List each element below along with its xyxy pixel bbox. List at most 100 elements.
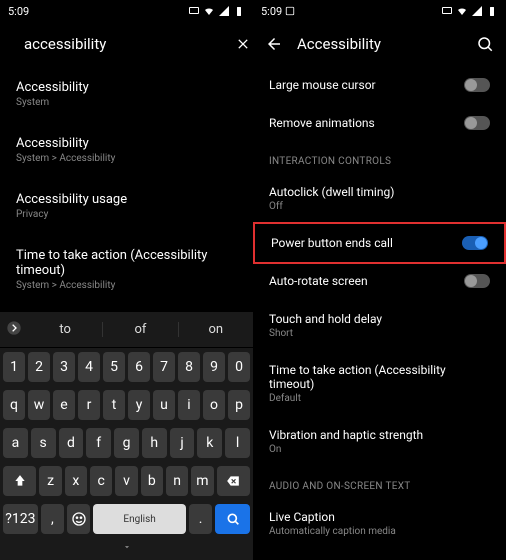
setting-item[interactable]: Time to take action (Accessibility timeo… — [253, 351, 506, 416]
key-q[interactable]: q — [3, 390, 25, 420]
key-t[interactable]: t — [103, 390, 125, 420]
key-d[interactable]: d — [59, 428, 84, 458]
key-English[interactable]: English — [93, 504, 186, 534]
result-item[interactable]: Accessibility usagePrivacy — [0, 178, 253, 234]
toggle-switch[interactable] — [464, 78, 490, 92]
key-v[interactable]: v — [115, 466, 137, 496]
setting-item[interactable]: Power button ends call — [253, 222, 506, 264]
setting-item[interactable]: Remove animations — [253, 104, 506, 142]
setting-subtitle: Off — [269, 201, 490, 212]
search-key[interactable] — [215, 504, 250, 534]
key-j[interactable]: j — [170, 428, 195, 458]
section-header: AUDIO AND ON-SCREEN TEXT — [253, 467, 506, 498]
expand-icon[interactable] — [0, 320, 28, 340]
toggle-switch[interactable] — [464, 274, 490, 288]
left-phone-search: 5:09 AccessibilitySystem AccessibilitySy… — [0, 0, 253, 560]
emoji-key[interactable] — [67, 504, 90, 534]
shift-key[interactable] — [3, 466, 36, 496]
status-icons — [188, 5, 245, 17]
setting-item[interactable]: Live CaptionAutomatically caption media — [253, 498, 506, 549]
casting-icon — [188, 5, 200, 17]
setting-item[interactable]: Autoclick (dwell timing)Off — [253, 173, 506, 224]
page-title: Accessibility — [297, 35, 462, 53]
key-b[interactable]: b — [141, 466, 163, 496]
key-n[interactable]: n — [166, 466, 188, 496]
key-,[interactable]: , — [41, 504, 64, 534]
search-results: AccessibilitySystem AccessibilitySystem … — [0, 66, 253, 312]
key-6[interactable]: 6 — [128, 352, 150, 382]
suggestion[interactable]: of — [103, 322, 178, 337]
key-e[interactable]: e — [53, 390, 75, 420]
setting-title: Touch and hold delay — [269, 312, 490, 326]
key-h[interactable]: h — [142, 428, 167, 458]
key-c[interactable]: c — [90, 466, 112, 496]
result-item[interactable]: Time to take action (Accessibility timeo… — [0, 234, 253, 305]
key-8[interactable]: 8 — [178, 352, 200, 382]
key-r[interactable]: r — [78, 390, 100, 420]
status-bar: 5:09 — [0, 0, 253, 22]
key-9[interactable]: 9 — [203, 352, 225, 382]
search-input[interactable] — [24, 35, 223, 53]
setting-item[interactable]: Touch and hold delay Short — [253, 300, 506, 351]
key-3[interactable]: 3 — [53, 352, 75, 382]
settings-header: Accessibility — [253, 22, 506, 66]
setting-item[interactable]: Auto-rotate screen — [253, 262, 506, 300]
key-7[interactable]: 7 — [153, 352, 175, 382]
result-item[interactable]: AccessibilitySystem — [0, 66, 253, 122]
setting-subtitle: Short — [269, 328, 490, 339]
key-k[interactable]: k — [197, 428, 222, 458]
key-4[interactable]: 4 — [78, 352, 100, 382]
battery-icon — [233, 5, 245, 17]
signal-icon — [218, 5, 230, 17]
picture-icon — [285, 6, 295, 16]
key-.[interactable]: . — [189, 504, 212, 534]
suggestion[interactable]: on — [179, 322, 253, 337]
key-l[interactable]: l — [225, 428, 250, 458]
setting-title: Remove animations — [269, 116, 464, 130]
key-1[interactable]: 1 — [3, 352, 25, 382]
back-icon[interactable] — [265, 35, 283, 53]
key-g[interactable]: g — [114, 428, 139, 458]
toggle-switch[interactable] — [462, 236, 488, 250]
setting-item[interactable]: Vibration and haptic strengthOn — [253, 416, 506, 467]
toggle-switch[interactable] — [464, 116, 490, 130]
result-item[interactable]: Accessibility MenuSystem > Accessibility — [0, 305, 253, 312]
backspace-key[interactable] — [217, 466, 250, 496]
key-i[interactable]: i — [178, 390, 200, 420]
setting-title: Time to take action (Accessibility timeo… — [269, 363, 490, 391]
key-2[interactable]: 2 — [28, 352, 50, 382]
keyboard: to of on 1234567890 qwertyuiop asdfghjkl… — [0, 312, 253, 560]
key-x[interactable]: x — [65, 466, 87, 496]
chevron-down-icon[interactable] — [120, 542, 134, 552]
key-?123[interactable]: ?123 — [3, 504, 38, 534]
key-m[interactable]: m — [191, 466, 213, 496]
key-u[interactable]: u — [153, 390, 175, 420]
setting-item[interactable]: Mono audioCombine channels when playing … — [253, 549, 506, 560]
setting-title: Live Caption — [269, 510, 490, 524]
key-0[interactable]: 0 — [228, 352, 250, 382]
casting-icon — [441, 5, 453, 17]
setting-item[interactable]: Large mouse cursor — [253, 66, 506, 104]
key-p[interactable]: p — [228, 390, 250, 420]
key-s[interactable]: s — [31, 428, 56, 458]
section-header: INTERACTION CONTROLS — [253, 142, 506, 173]
signal-icon — [471, 5, 483, 17]
result-item[interactable]: AccessibilitySystem > Accessibility — [0, 122, 253, 178]
setting-subtitle: On — [269, 444, 490, 455]
settings-list: Large mouse cursor Remove animations INTER… — [253, 66, 506, 560]
setting-subtitle: Default — [269, 393, 490, 404]
key-y[interactable]: y — [128, 390, 150, 420]
status-icons — [441, 5, 498, 17]
key-z[interactable]: z — [39, 466, 61, 496]
status-time: 5:09 — [261, 5, 295, 18]
clear-icon[interactable] — [235, 35, 251, 53]
suggestion[interactable]: to — [28, 322, 103, 337]
setting-title: Power button ends call — [271, 236, 462, 250]
key-a[interactable]: a — [3, 428, 28, 458]
key-f[interactable]: f — [86, 428, 111, 458]
status-time: 5:09 — [8, 5, 29, 18]
key-w[interactable]: w — [28, 390, 50, 420]
search-icon[interactable] — [476, 35, 494, 53]
key-o[interactable]: o — [203, 390, 225, 420]
key-5[interactable]: 5 — [103, 352, 125, 382]
